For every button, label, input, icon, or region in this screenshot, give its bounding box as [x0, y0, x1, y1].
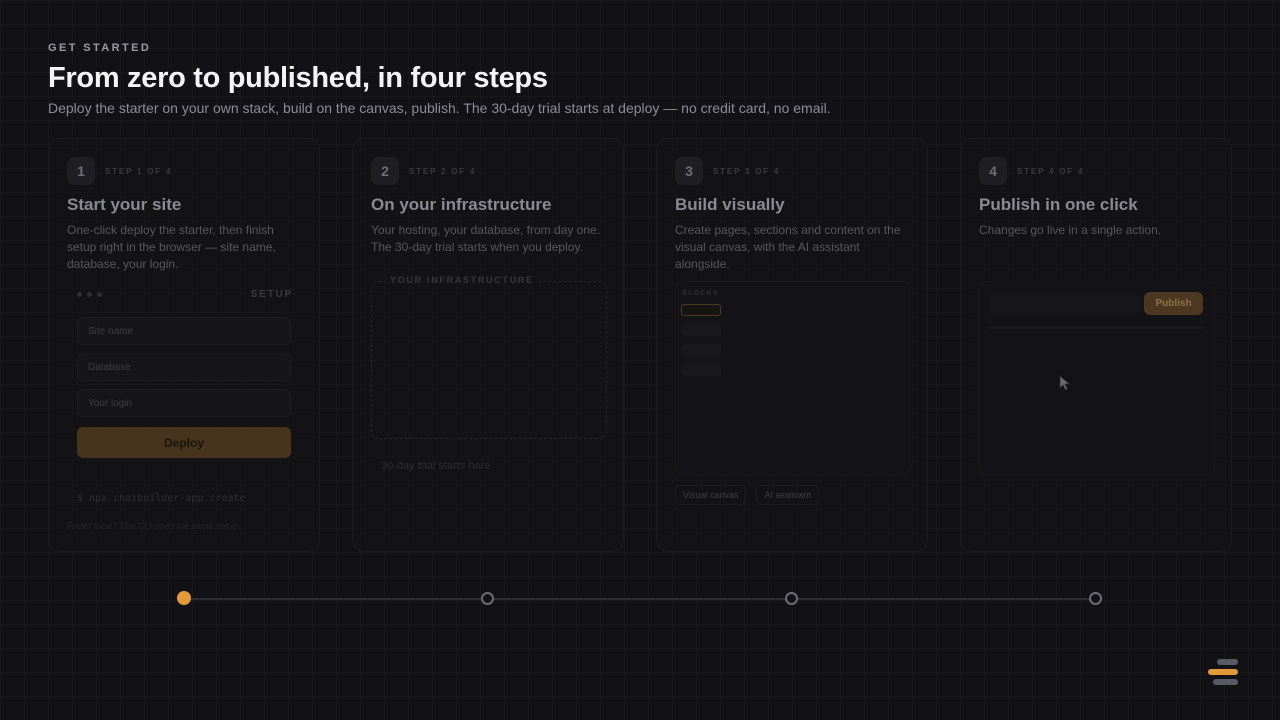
chip-visual-canvas: Visual canvas [675, 485, 747, 505]
setup-label: SETUP [250, 289, 293, 300]
infrastructure-box: YOUR INFRASTRUCTURE [371, 275, 607, 439]
step-description: One-click deploy the starter, then finis… [67, 223, 276, 271]
progress-track [184, 598, 1096, 600]
step-number: 1 [67, 157, 95, 185]
infrastructure-label: YOUR INFRASTRUCTURE [386, 275, 538, 285]
publish-progress-line [990, 326, 1202, 329]
step-label: STEP 3 OF 4 [713, 166, 781, 176]
block-item-selected [681, 304, 721, 316]
cli-note: Prefer local? The CLI does the same setu… [67, 521, 241, 531]
step-card-3: 3 STEP 3 OF 4 Build visually Create page… [656, 138, 928, 552]
blocks-label: BLOCKS [682, 290, 719, 297]
step-description: Create pages, sections and content on th… [675, 223, 901, 271]
progress-step-3[interactable] [785, 592, 798, 605]
publish-preview: Publish [979, 281, 1215, 475]
mouse-pointer-icon [1059, 375, 1071, 391]
step-title: Build visually [675, 195, 785, 214]
block-item [681, 344, 721, 356]
step-card-4: 4 STEP 4 OF 4 Publish in one click Chang… [960, 138, 1232, 552]
window-dots-icon [77, 292, 102, 297]
step-title: Start your site [67, 195, 182, 214]
visual-canvas-preview: BLOCKS [675, 281, 911, 475]
step-number: 3 [675, 157, 703, 185]
site-name-field[interactable]: Site name [77, 317, 291, 345]
step-number: 4 [979, 157, 1007, 185]
progress-step-4[interactable] [1089, 592, 1102, 605]
publish-button[interactable]: Publish [1144, 292, 1203, 315]
eyebrow: GET STARTED [48, 42, 152, 54]
step-card-1: 1 STEP 1 OF 4 Start your site One-click … [48, 138, 320, 552]
step-number: 2 [371, 157, 399, 185]
page-subtitle: Deploy the starter on your own stack, bu… [48, 100, 831, 116]
step-label: STEP 2 OF 4 [409, 166, 477, 176]
feature-chips: Visual canvas AI assistant [675, 485, 819, 505]
publish-toolbar [990, 294, 1140, 314]
block-item [681, 324, 721, 336]
trial-note: 30-day trial starts here [381, 460, 491, 472]
deploy-button[interactable]: Deploy [77, 427, 291, 458]
stacked-bars-logo [1207, 658, 1239, 688]
step-description: Your hosting, your database, from day on… [371, 223, 601, 254]
block-item [681, 364, 721, 376]
page-title: From zero to published, in four steps [48, 62, 548, 94]
progress-step-2[interactable] [481, 592, 494, 605]
chip-ai-assistant: AI assistant [756, 485, 819, 505]
step-title: On your infrastructure [371, 195, 552, 214]
step-title: Publish in one click [979, 195, 1138, 214]
cli-command: $ npx chaibuilder-app create [77, 493, 246, 504]
step-card-2: 2 STEP 2 OF 4 On your infrastructure You… [352, 138, 624, 552]
progress-step-1[interactable] [177, 591, 191, 605]
step-label: STEP 1 OF 4 [105, 166, 173, 176]
step-label: STEP 4 OF 4 [1017, 166, 1085, 176]
login-field[interactable]: Your login [77, 389, 291, 417]
database-field[interactable]: Database [77, 353, 291, 381]
setup-window-bar: SETUP [77, 289, 293, 300]
step-description: Changes go live in a single action. [979, 223, 1162, 237]
